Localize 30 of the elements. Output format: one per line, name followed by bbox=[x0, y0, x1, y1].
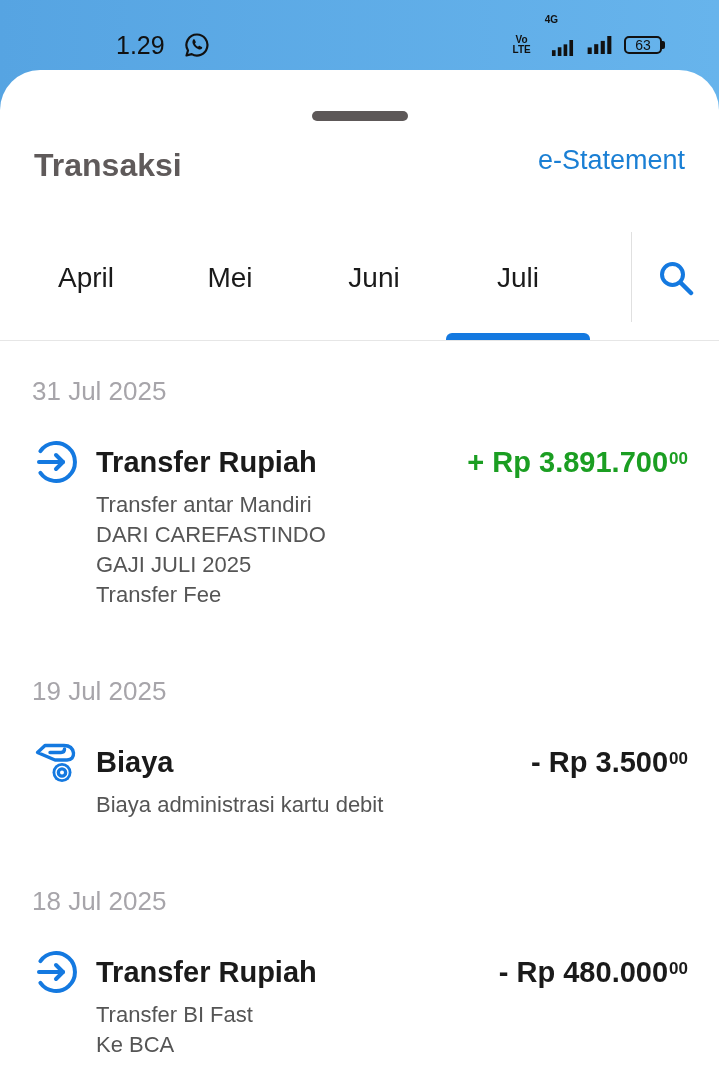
clock-time: 1.29 bbox=[116, 30, 165, 60]
transaction-detail: Transfer Fee bbox=[96, 581, 223, 609]
transaction-amount: - Rp 3.500$^{00}$ bbox=[531, 745, 688, 780]
signal-icon bbox=[585, 36, 614, 54]
month-tab[interactable]: Mei bbox=[158, 232, 302, 340]
month-tab[interactable]: April bbox=[14, 232, 158, 340]
transaction-amount: + Rp 3.891.700$^{00}$ bbox=[467, 445, 688, 480]
transaction-title: Transfer Rupiah bbox=[96, 955, 317, 990]
transaction-title: Transfer Rupiah bbox=[96, 445, 317, 480]
transaction-detail: Transfer BI Fast bbox=[96, 1001, 254, 1029]
e-statement-link[interactable]: e-Statement bbox=[537, 145, 685, 175]
date-header: 19 Jul 2025 bbox=[31, 675, 168, 707]
transaction-detail: DARI CAREFASTINDO bbox=[96, 521, 327, 549]
transaction-title: Biaya bbox=[96, 745, 174, 780]
network-type-label: 4G bbox=[544, 14, 558, 26]
transaction-detail: Ke BCA bbox=[96, 1031, 176, 1059]
page-title: Transaksi bbox=[34, 146, 182, 185]
transaction-detail: Transfer antar Mandiri bbox=[96, 491, 313, 519]
date-header: 18 Jul 2025 bbox=[31, 885, 168, 917]
phone-bubble-icon bbox=[183, 32, 210, 58]
month-tab[interactable]: Juli bbox=[446, 232, 590, 340]
transaction-detail: GAJI JULI 2025 bbox=[96, 551, 253, 579]
transaction-detail: Biaya administrasi kartu debit bbox=[96, 791, 385, 819]
drag-handle[interactable] bbox=[311, 111, 408, 121]
date-header: 31 Jul 2025 bbox=[31, 375, 168, 407]
search-icon bbox=[657, 260, 694, 296]
battery-indicator: 63 bbox=[624, 36, 665, 54]
transaction-amount: - Rp 480.000$^{00}$ bbox=[498, 955, 688, 990]
volte-label: Vo LTE bbox=[512, 35, 531, 55]
month-tab[interactable]: Juni bbox=[302, 232, 446, 340]
